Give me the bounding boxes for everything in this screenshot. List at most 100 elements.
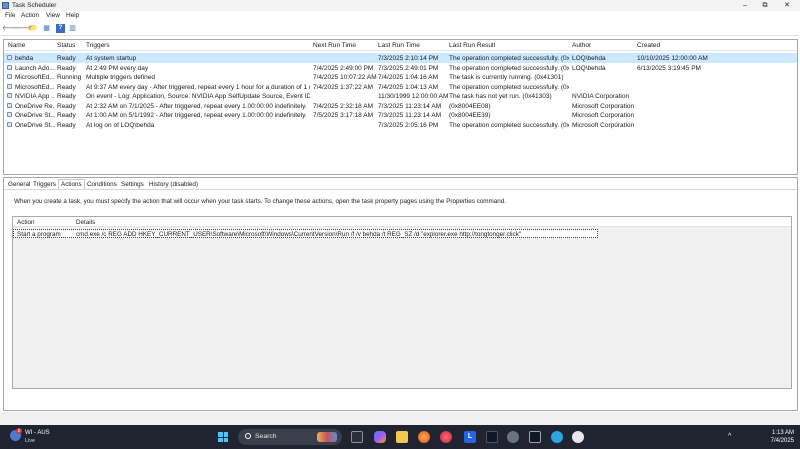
action-type: Start a program (17, 231, 61, 238)
task-last-result: (0x8004EE39) (449, 112, 491, 119)
task-last-run: 11/30/1999 12:00:00 AM (378, 93, 449, 100)
tab-triggers[interactable]: Triggers (31, 180, 58, 190)
task-author: LOQ\behda (572, 64, 606, 72)
forward-arrow-icon[interactable]: 🡒 (13, 24, 32, 33)
browser-icon[interactable] (440, 431, 452, 443)
task-author: Microsoft Corporation (572, 121, 635, 129)
copilot-icon[interactable] (374, 431, 386, 443)
settings-gear-icon[interactable] (507, 431, 519, 443)
task-author: NVIDIA Corporation (572, 93, 630, 100)
task-icon (7, 83, 12, 89)
task-icon (7, 55, 12, 60)
firefox-icon[interactable] (418, 431, 430, 443)
task-status: Ready (57, 121, 76, 129)
task-triggers: At 2:32 AM on 7/1/2025 - After triggered… (86, 102, 307, 110)
task-next-run: 7/4/2025 2:49:00 PM (313, 64, 374, 72)
task-icon (7, 64, 12, 70)
file-explorer-icon[interactable] (396, 431, 408, 443)
menu-action[interactable]: Action (21, 12, 39, 19)
close-button[interactable]: ✕ (776, 0, 798, 11)
title-bar: Task Scheduler – ⧉ ✕ (0, 0, 800, 11)
col-last-run-time[interactable]: Last Run Time (378, 42, 420, 49)
task-name: OneDrive St... (15, 112, 55, 119)
table-row[interactable]: OneDrive St... Ready At 1:00 AM on 5/1/1… (4, 110, 797, 120)
system-clock[interactable]: 1:13 AM 7/4/2025 (762, 429, 794, 445)
task-view-icon[interactable] (351, 431, 363, 443)
col-created[interactable]: Created (637, 42, 660, 49)
table-row[interactable]: OneDrive Re... Ready At 2:32 AM on 7/1/2… (4, 101, 797, 111)
clock-date: 7/4/2025 (770, 438, 794, 444)
col-last-run-result[interactable]: Last Run Result (449, 42, 495, 49)
task-last-run: 7/3/2025 11:23:14 AM (378, 102, 442, 110)
menu-view[interactable]: View (46, 12, 60, 19)
task-scheduler-app-icon (2, 2, 9, 9)
table-row[interactable]: Launch Ado... Ready At 2:49 PM every day… (4, 63, 797, 73)
task-last-result: The operation completed successfully. (0… (449, 121, 569, 129)
task-status: Ready (57, 93, 76, 100)
detail-tabs: General Triggers Actions Conditions Sett… (4, 178, 797, 190)
task-name: OneDrive Re... (15, 102, 55, 110)
task-name: MicrosoftEd... (15, 74, 55, 81)
panel-icon[interactable]: ▥ (68, 24, 77, 33)
task-list: Name Status Triggers Next Run Time Last … (3, 39, 798, 175)
menu-file[interactable]: File (5, 12, 15, 19)
task-last-run: 7/4/2025 1:04:13 AM (378, 83, 438, 91)
terminal-icon[interactable] (529, 431, 541, 443)
task-triggers: At log on of LOQ\behda (86, 121, 155, 129)
task-triggers: At system startup (86, 55, 137, 62)
task-name: Launch Ado... (15, 64, 55, 72)
action-row[interactable]: Start a program cmd.exe /c REG ADD HKEY_… (13, 229, 598, 238)
telegram-icon[interactable] (551, 431, 563, 443)
task-list-header: Name Status Triggers Next Run Time Last … (4, 40, 797, 51)
col-status[interactable]: Status (57, 42, 75, 49)
task-status: Ready (57, 102, 76, 110)
help-icon[interactable]: ? (56, 24, 65, 33)
actions-list: Action Details Start a program cmd.exe /… (12, 216, 792, 389)
table-row[interactable]: behda Ready At system startup 7/3/2025 2… (4, 53, 797, 63)
task-author: Microsoft Corporation (572, 102, 635, 110)
tab-history[interactable]: History (disabled) (147, 180, 200, 190)
minimize-button[interactable]: – (734, 0, 756, 11)
task-last-result: The operation completed successfully. (0… (449, 64, 569, 72)
tab-conditions[interactable]: Conditions (85, 180, 119, 190)
windows-start-icon[interactable] (218, 432, 228, 442)
task-status: Ready (57, 83, 76, 91)
menu-bar: File Action View Help (0, 11, 800, 21)
tray-overflow-chevron-icon[interactable]: ^ (728, 433, 731, 440)
col-author[interactable]: Author (572, 42, 591, 49)
folder-icon[interactable]: 📁 (29, 24, 38, 33)
table-row[interactable]: OneDrive St... Ready At log on of LOQ\be… (4, 120, 797, 130)
task-triggers: At 1:00 AM on 5/1/1992 - After triggered… (86, 112, 307, 119)
actions-description: When you create a task, you must specify… (14, 198, 506, 205)
task-created: 6/13/2025 3:19:45 PM (637, 64, 701, 72)
task-last-result: The task has not yet run. (0x41303) (449, 93, 552, 100)
col-next-run-time[interactable]: Next Run Time (313, 42, 356, 49)
tab-actions[interactable]: Actions (58, 179, 85, 189)
taskbar-search[interactable]: Search (238, 429, 342, 445)
table-row[interactable]: NVIDIA App ... Ready On event - Log: App… (4, 91, 797, 101)
col-details[interactable]: Details (76, 219, 95, 226)
task-name: behda (15, 55, 34, 62)
col-action[interactable]: Action (17, 219, 35, 226)
app-icon[interactable] (486, 431, 498, 443)
task-last-run: 7/3/2025 2:10:14 PM (378, 55, 439, 62)
clock-time: 1:13 AM (771, 430, 794, 436)
toolbar: 🡐 🡒 📁 ▦ ? ▥ (0, 21, 800, 36)
tab-settings[interactable]: Settings (119, 180, 146, 190)
tab-general[interactable]: General (6, 180, 32, 190)
letter-l-app-icon[interactable]: L (464, 431, 476, 443)
clock-app-icon[interactable] (572, 431, 584, 443)
search-highlight-icon (317, 432, 337, 442)
task-last-run: 7/3/2025 2:05:16 PM (378, 121, 439, 129)
col-name[interactable]: Name (8, 42, 25, 49)
back-arrow-icon[interactable]: 🡐 (2, 24, 21, 33)
table-row[interactable]: MicrosoftEd... Ready At 9:37 AM every da… (4, 82, 797, 92)
grid-icon[interactable]: ▦ (42, 24, 51, 33)
task-name: OneDrive St... (15, 121, 55, 129)
col-triggers[interactable]: Triggers (86, 42, 110, 49)
menu-help[interactable]: Help (66, 12, 79, 19)
task-icon (7, 112, 12, 117)
task-triggers: At 2:49 PM every day (86, 64, 149, 72)
table-row[interactable]: MicrosoftEd... Running Multiple triggers… (4, 72, 797, 82)
maximize-button[interactable]: ⧉ (754, 0, 776, 11)
